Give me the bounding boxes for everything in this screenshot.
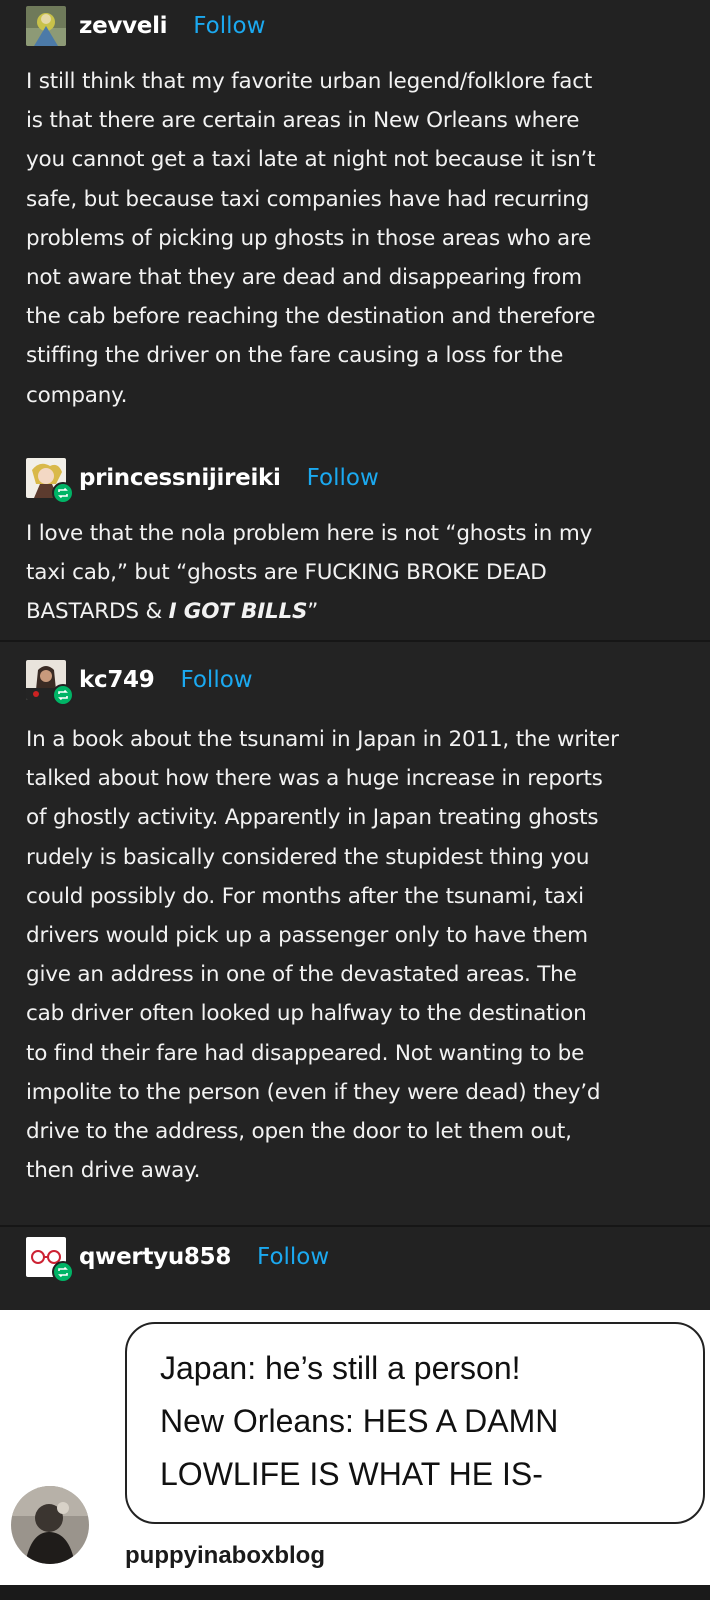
post-header: zevveli Follow <box>26 4 265 48</box>
reblog-icon <box>52 1261 74 1283</box>
bubble-line: Japan: he’s still a person! <box>160 1350 521 1386</box>
post-kc749: kc749 Follow In a book about the tsunami… <box>0 640 710 1225</box>
post-header: qwertyu858 Follow <box>26 1235 329 1283</box>
credit-avatar <box>11 1486 89 1564</box>
post-header: kc749 Follow <box>26 658 253 706</box>
text-line: company. <box>26 382 128 408</box>
text-line: In a book about the tsunami in Japan in … <box>26 727 619 752</box>
post-qwertyu858: qwertyu858 Follow <box>0 1225 710 1310</box>
username[interactable]: zevveli <box>79 13 168 39</box>
post-body: In a book about the tsunami in Japan in … <box>26 720 686 1190</box>
avatar-princessnijireiki[interactable] <box>26 458 74 504</box>
meme-image: Japan: he’s still a person! New Orleans:… <box>0 1310 710 1585</box>
text-line: then drive away. <box>26 1158 201 1184</box>
bubble-line: New Orleans: HES A DAMN <box>160 1403 559 1439</box>
credit-username: puppyinaboxblog <box>125 1542 325 1569</box>
text-line: I love that the nola problem here is not… <box>26 521 593 546</box>
post-zevveli: zevveli Follow I still think that my fav… <box>0 0 710 640</box>
text-line: problems of picking up ghosts in those a… <box>26 225 592 251</box>
username[interactable]: princessnijireiki <box>79 465 281 491</box>
follow-button[interactable]: Follow <box>307 465 379 491</box>
text-line: the cab before reaching the destination … <box>26 304 596 330</box>
text-line: impolite to the person (even if they wer… <box>26 1079 601 1105</box>
bubble-line: LOWLIFE IS WHAT HE IS- <box>160 1456 543 1492</box>
avatar-qwertyu858[interactable] <box>26 1237 74 1283</box>
text-line: not aware that they are dead and disappe… <box>26 265 582 291</box>
text-line: safe, but because taxi companies have ha… <box>26 186 590 212</box>
text-segment: ” <box>307 599 319 625</box>
text-line: of ghostly activity. Apparently in Japan… <box>26 805 599 831</box>
avatar-kc749[interactable] <box>26 660 74 706</box>
post-body: I still think that my favorite urban leg… <box>26 62 686 415</box>
text-line: talked about how there was a huge increa… <box>26 766 603 792</box>
text-segment: BASTARDS & <box>26 599 169 625</box>
text-line: could possibly do. For months after the … <box>26 883 584 909</box>
emphasized-text: I GOT BILLS <box>168 599 308 625</box>
text-line: drive to the address, open the door to l… <box>26 1119 572 1145</box>
text-line: give an address in one of the devastated… <box>26 962 577 988</box>
post-header: princessnijireiki Follow <box>26 456 379 504</box>
username[interactable]: qwertyu858 <box>79 1244 231 1270</box>
follow-button[interactable]: Follow <box>257 1244 329 1270</box>
text-line: cab driver often looked up halfway to th… <box>26 1001 587 1027</box>
text-line: is that there are certain areas in New O… <box>26 108 580 134</box>
reblog-icon <box>52 684 74 706</box>
text-line: stiffing the driver on the fare causing … <box>26 343 564 369</box>
text-line: taxi cab,” but “ghosts are FUCKING BROKE… <box>26 560 547 586</box>
speech-bubble: Japan: he’s still a person! New Orleans:… <box>125 1322 705 1524</box>
follow-button[interactable]: Follow <box>193 13 265 39</box>
text-line: you cannot get a taxi late at night not … <box>26 147 596 173</box>
avatar-zevveli[interactable] <box>26 6 66 46</box>
text-line: drivers would pick up a passenger only t… <box>26 923 588 949</box>
text-line: BASTARDS & I GOT BILLS” <box>26 592 686 631</box>
post-body: I love that the nola problem here is not… <box>26 514 686 632</box>
follow-button[interactable]: Follow <box>180 667 252 693</box>
username[interactable]: kc749 <box>79 667 155 693</box>
reblog-icon <box>52 482 74 504</box>
text-line: rudely is basically considered the stupi… <box>26 844 590 870</box>
text-line: I still think that my favorite urban leg… <box>26 69 593 94</box>
bottom-bar <box>0 1585 710 1600</box>
text-line: to find their fare had disappeared. Not … <box>26 1040 585 1066</box>
